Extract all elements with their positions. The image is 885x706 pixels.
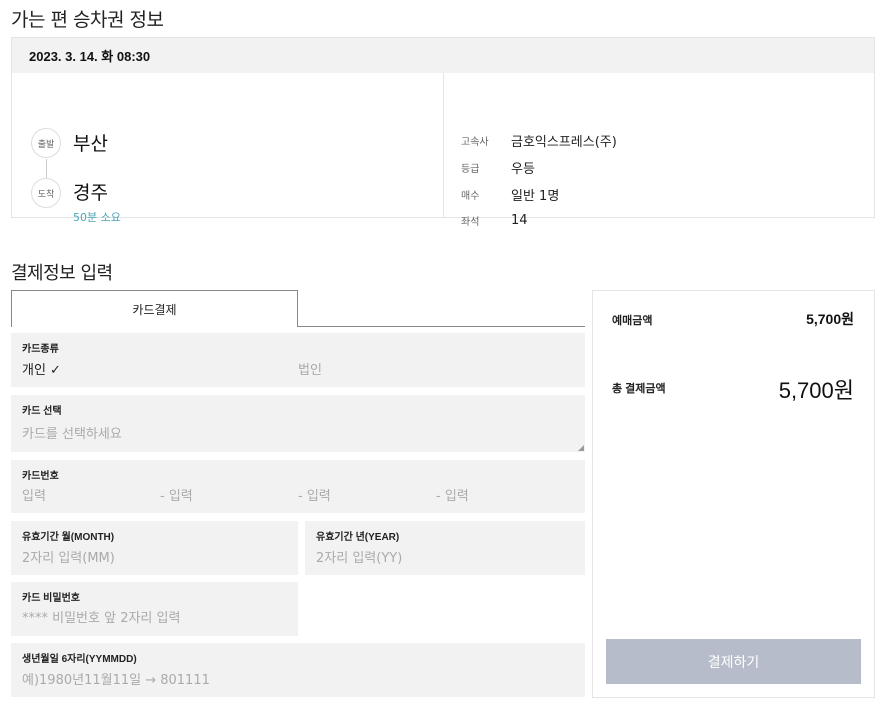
arrival-badge: 도착 [31, 178, 61, 208]
expiry-month-placeholder: 2자리 입력(MM) [22, 551, 115, 566]
arrival-terminal: 경주 [73, 182, 108, 204]
departure-terminal: 부산 [73, 133, 108, 155]
info-value: 우등 [511, 162, 535, 177]
expiry-year-placeholder: 2자리 입력(YY) [316, 551, 403, 566]
info-row-seat: 좌석 14 [461, 213, 528, 228]
sale-amount-value: 5,700원 [806, 311, 854, 327]
birthdate-field[interactable]: 생년월일 6자리(YYMMDD) 예)1980년11월11일 → 801111 [11, 643, 585, 697]
info-label: 좌석 [461, 217, 480, 228]
info-row-company: 고속사 금호익스프레스(주) [461, 131, 617, 150]
sale-amount-label: 예매금액 [612, 315, 653, 327]
expiry-month-label: 유효기간 월(MONTH) [22, 532, 115, 543]
card-select-field[interactable]: 카드 선택 카드를 선택하세요 [11, 395, 585, 452]
payment-section-title: 결제정보 입력 [11, 263, 113, 284]
route-panel: 출발 부산 도착 경주 50분 소요 [12, 73, 444, 224]
ticket-info-card: 2023. 3. 14. 화 08:30 출발 부산 도착 경주 50분 소요 … [11, 37, 875, 228]
info-label: 고속사 [461, 137, 489, 148]
card-password-field[interactable]: 카드 비밀번호 **** 비밀번호 앞 2자리 입력 [11, 582, 298, 636]
info-row-grade: 등급 우등 [461, 158, 535, 177]
card-type-personal-option[interactable]: 개인 ✓ [22, 359, 61, 378]
expiry-year-field[interactable]: 유효기간 년(YEAR) 2자리 입력(YY) [305, 521, 585, 575]
total-amount-label: 총 결제금액 [612, 383, 666, 395]
info-value: 14 [511, 213, 528, 228]
card-number-field: 카드번호 입력 - 입력 - 입력 - 입력 [11, 460, 585, 513]
departure-badge: 출발 [31, 128, 61, 158]
card-type-field: 카드종류 개인 ✓ 법인 [11, 333, 585, 387]
expiry-year-label: 유효기간 년(YEAR) [316, 532, 400, 543]
travel-duration: 50분 소요 [73, 211, 121, 224]
ticket-datetime: 2023. 3. 14. 화 08:30 [12, 38, 874, 73]
card-number-part-3[interactable]: - 입력 [298, 485, 331, 504]
birthdate-label: 생년월일 6자리(YYMMDD) [22, 654, 137, 665]
ticket-section-title: 가는 편 승차권 정보 [11, 9, 164, 31]
total-amount-value: 5,700원 [778, 378, 854, 403]
card-select-placeholder: 카드를 선택하세요 [22, 427, 122, 442]
card-password-label: 카드 비밀번호 [22, 593, 80, 604]
card-number-part-2[interactable]: - 입력 [160, 485, 193, 504]
pay-button[interactable]: 결제하기 [606, 639, 861, 684]
tab-card-payment[interactable]: 카드결제 [11, 290, 298, 327]
card-number-part-4[interactable]: - 입력 [436, 485, 469, 504]
card-type-label: 카드종류 [22, 344, 59, 355]
info-row-count: 매수 일반 1명 [461, 185, 559, 204]
card-type-corporate-option[interactable]: 법인 [298, 359, 322, 378]
tab-divider [298, 326, 585, 327]
card-number-part-1[interactable]: 입력 [22, 485, 46, 504]
expiry-month-field[interactable]: 유효기간 월(MONTH) 2자리 입력(MM) [11, 521, 298, 575]
info-label: 매수 [461, 191, 480, 202]
info-value: 일반 1명 [511, 189, 560, 204]
card-select-label: 카드 선택 [22, 406, 62, 417]
card-password-placeholder: **** 비밀번호 앞 2자리 입력 [22, 611, 181, 626]
info-label: 등급 [461, 164, 480, 175]
birthdate-placeholder: 예)1980년11월11일 → 801111 [22, 673, 210, 688]
ticket-details-panel: 고속사 금호익스프레스(주) 등급 우등 매수 일반 1명 좌석 14 [444, 73, 874, 228]
info-value: 금호익스프레스(주) [511, 135, 617, 150]
card-number-label: 카드번호 [22, 471, 59, 482]
resize-handle-icon [578, 445, 584, 451]
payment-summary-panel: 예매금액 5,700원 총 결제금액 5,700원 결제하기 [592, 290, 875, 698]
